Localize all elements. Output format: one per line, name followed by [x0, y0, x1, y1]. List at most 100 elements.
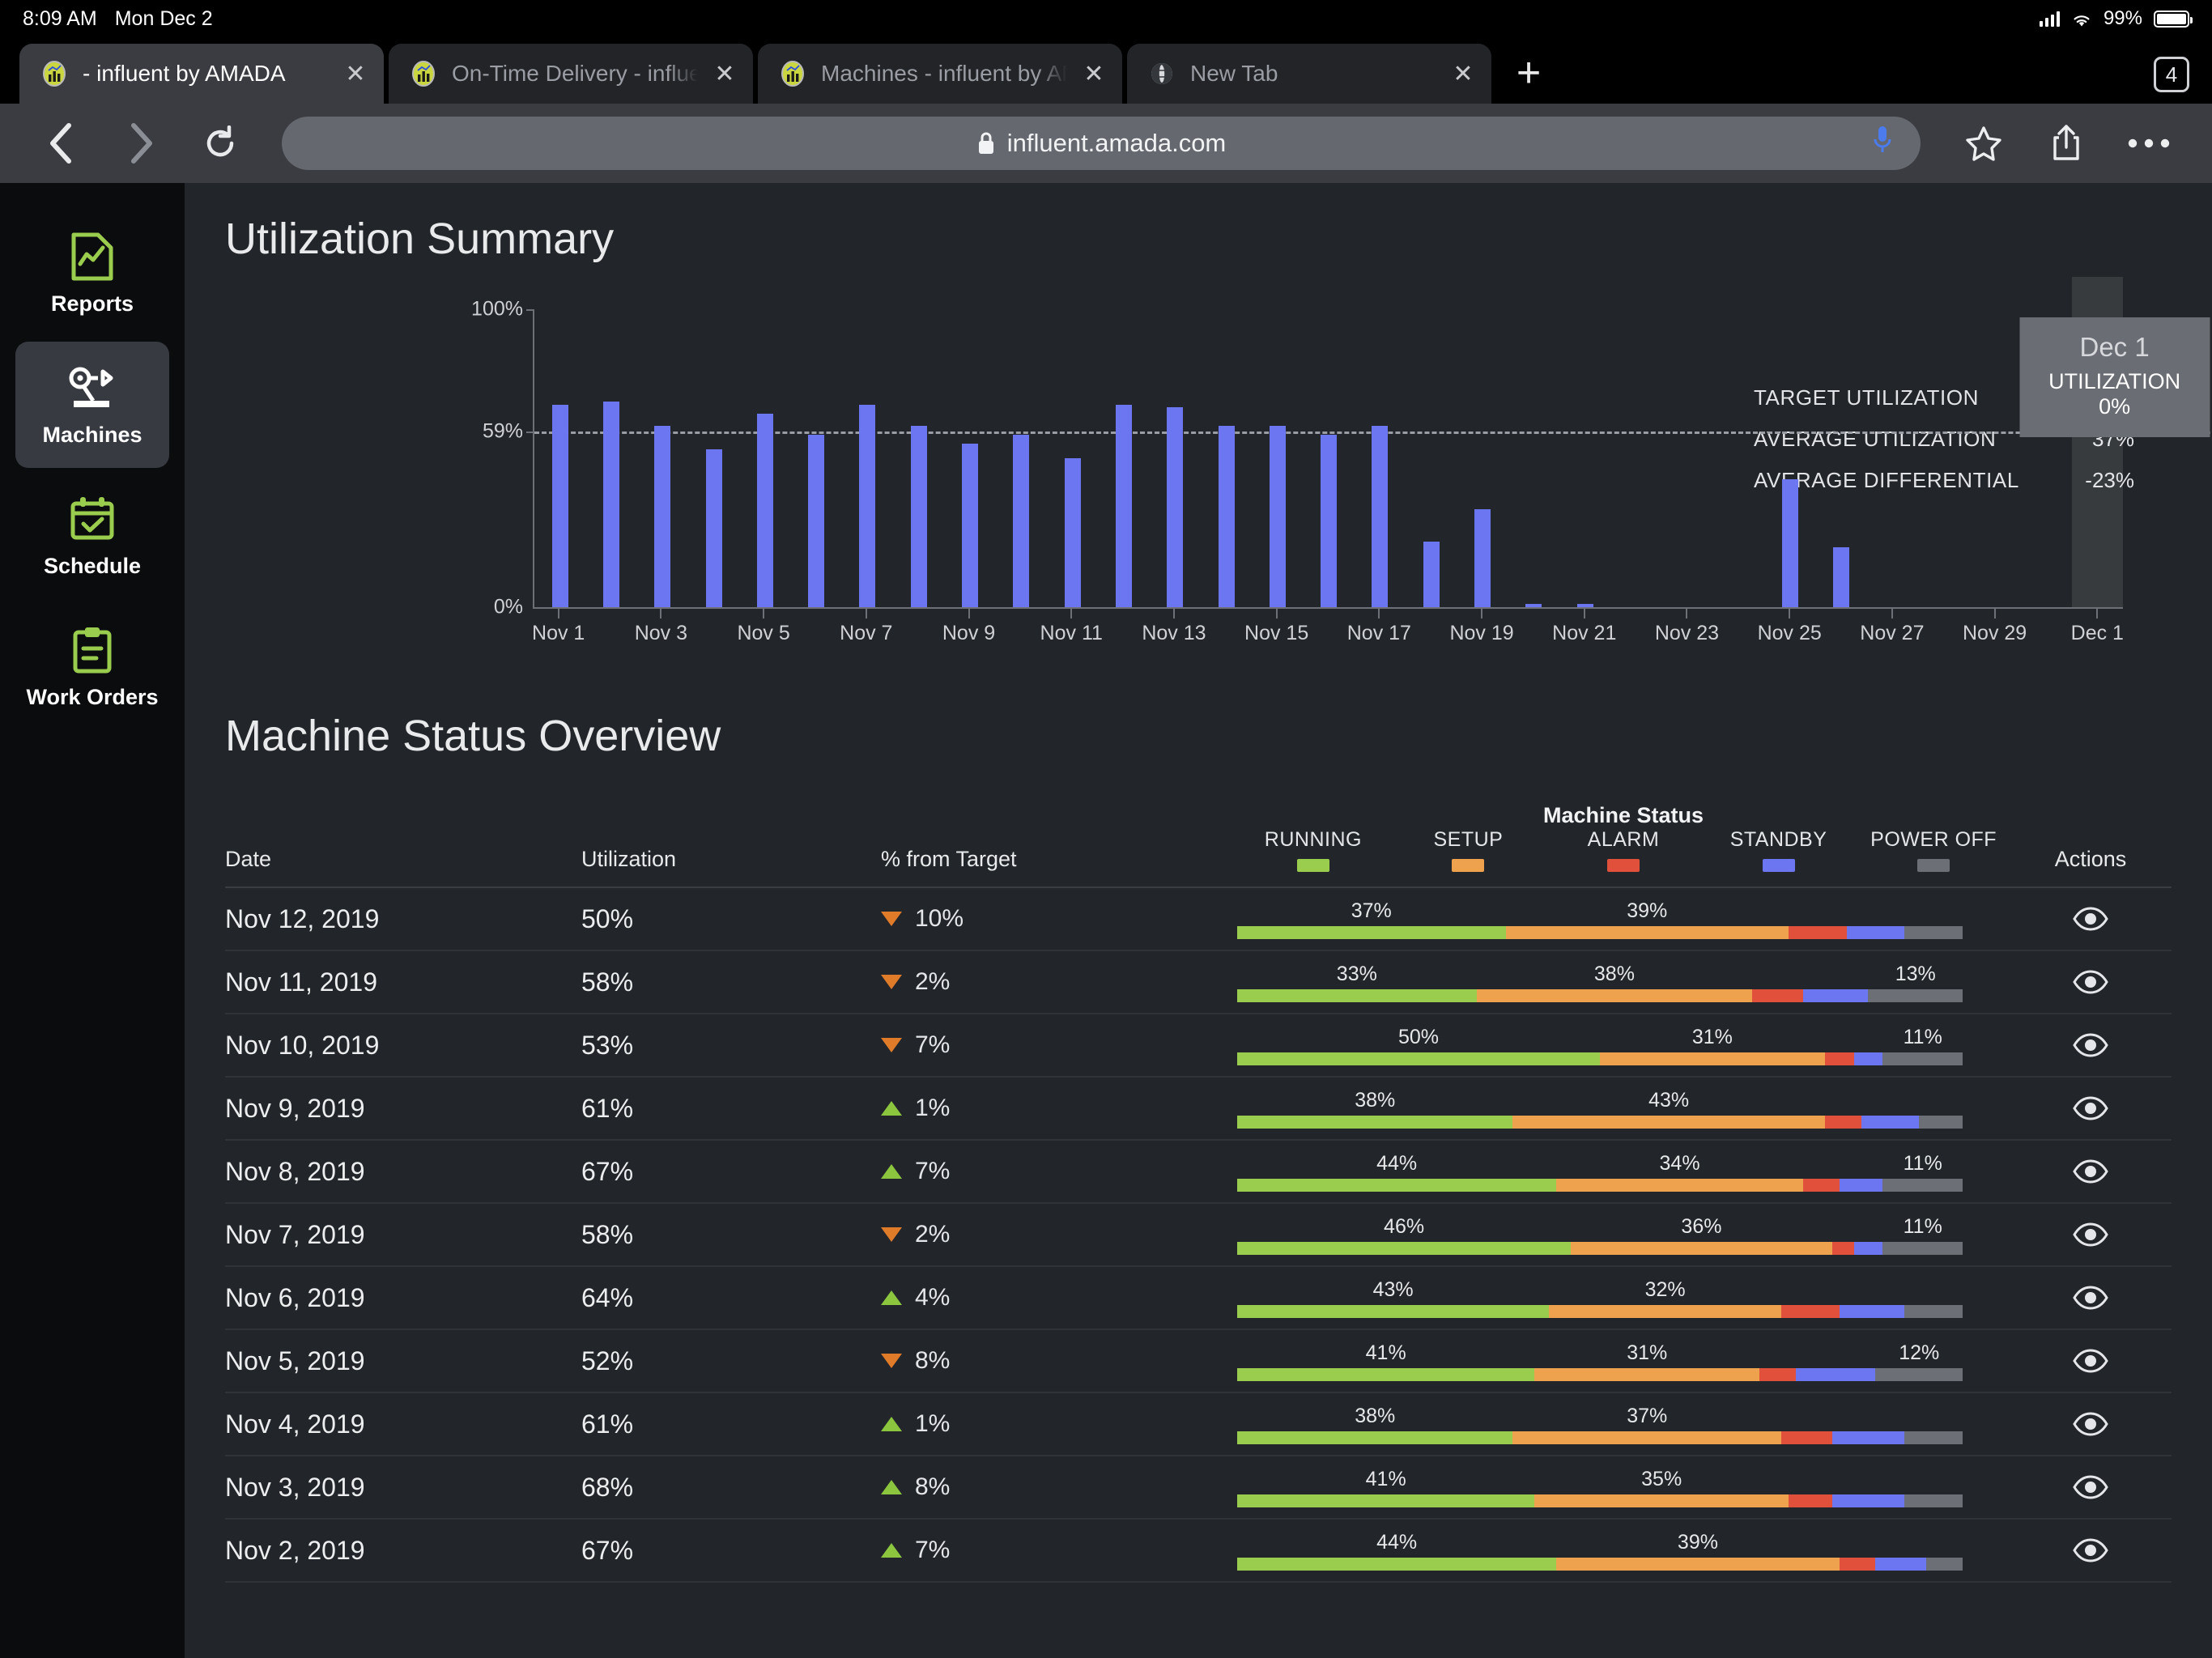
chart-bar[interactable]	[757, 414, 773, 607]
chart-bar-cell[interactable]	[1713, 309, 1764, 607]
browser-tab-2[interactable]: Machines - influent by AMADA ✕	[758, 44, 1122, 104]
view-details-button[interactable]	[2010, 907, 2172, 931]
chart-bar[interactable]	[1423, 542, 1440, 607]
chart-bar-cell[interactable]	[1150, 309, 1201, 607]
microphone-icon[interactable]	[1872, 124, 1893, 163]
status-segment-alarm	[1781, 1431, 1832, 1444]
chart-bar-cell[interactable]	[842, 309, 893, 607]
table-row[interactable]: Nov 7, 201958%2%46%36%11%	[225, 1204, 2172, 1267]
chart-bar-cell[interactable]	[534, 309, 585, 607]
chart-bar-cell[interactable]	[1303, 309, 1354, 607]
status-segment-label: 37%	[1351, 899, 1392, 923]
chart-bar-cell[interactable]	[1406, 309, 1457, 607]
chart-bar-cell[interactable]	[585, 309, 636, 607]
view-details-button[interactable]	[2010, 1412, 2172, 1436]
chart-bar[interactable]	[808, 435, 824, 607]
browser-tab-3[interactable]: New Tab ✕	[1127, 44, 1491, 104]
chart-bar[interactable]	[1474, 509, 1491, 607]
chart-bar-cell[interactable]	[1815, 309, 1866, 607]
chart-bar[interactable]	[603, 402, 619, 607]
table-row[interactable]: Nov 6, 201964%4%43%32%	[225, 1267, 2172, 1330]
view-details-button[interactable]	[2010, 1222, 2172, 1247]
new-tab-button[interactable]: +	[1496, 47, 1561, 99]
chart-bar[interactable]	[1525, 604, 1542, 607]
browser-tab-1[interactable]: On-Time Delivery - influent by AMADA ✕	[389, 44, 753, 104]
view-details-button[interactable]	[2010, 1286, 2172, 1310]
chart-bar-cell[interactable]	[1764, 309, 1815, 607]
view-details-button[interactable]	[2010, 1159, 2172, 1184]
back-button[interactable]	[26, 115, 97, 172]
tab-close-icon-3[interactable]: ✕	[1451, 60, 1475, 88]
sidebar-item-work-orders[interactable]: Work Orders	[15, 604, 169, 730]
chart-bar[interactable]	[859, 405, 875, 607]
chart-bar[interactable]	[1321, 435, 1337, 607]
chart-bar-cell[interactable]	[1252, 309, 1303, 607]
chart-bar[interactable]	[962, 444, 978, 607]
chart-bar[interactable]	[1372, 426, 1388, 607]
sidebar-item-reports[interactable]: Reports	[15, 210, 169, 337]
chart-bar-cell[interactable]	[1201, 309, 1252, 607]
chart-bar-cell[interactable]	[944, 309, 995, 607]
chart-bar[interactable]	[552, 405, 568, 607]
view-details-button[interactable]	[2010, 1475, 2172, 1499]
table-row[interactable]: Nov 3, 201968%8%41%35%	[225, 1456, 2172, 1520]
chart-bar-cell[interactable]	[1867, 309, 1918, 607]
chart-bar-cell[interactable]	[893, 309, 944, 607]
table-row[interactable]: Nov 4, 201961%1%38%37%	[225, 1393, 2172, 1456]
tab-count-badge[interactable]: 4	[2154, 57, 2189, 92]
chart-bar-cell[interactable]	[1355, 309, 1406, 607]
chart-bar-cell[interactable]	[790, 309, 841, 607]
view-details-button[interactable]	[2010, 970, 2172, 994]
tab-close-icon-2[interactable]: ✕	[1082, 60, 1106, 88]
chart-bar[interactable]	[1013, 435, 1029, 607]
chart-bar[interactable]	[1116, 405, 1132, 607]
chart-bar-cell[interactable]	[1457, 309, 1508, 607]
view-details-button[interactable]	[2010, 1349, 2172, 1373]
forward-button[interactable]	[105, 115, 177, 172]
table-row[interactable]: Nov 9, 201961%1%38%43%	[225, 1078, 2172, 1141]
chart-bar-cell[interactable]	[1047, 309, 1098, 607]
chart-bar[interactable]	[1833, 547, 1849, 607]
table-row[interactable]: Nov 5, 201952%8%41%31%12%	[225, 1330, 2172, 1393]
more-options-icon[interactable]	[2112, 115, 2186, 172]
status-segment-label: 11%	[1904, 1026, 1942, 1049]
tab-close-icon-0[interactable]: ✕	[343, 60, 368, 88]
chart-bar-cell[interactable]	[996, 309, 1047, 607]
chart-bar-cell[interactable]	[1610, 309, 1661, 607]
chart-bar-cell[interactable]	[1969, 309, 2020, 607]
browser-tab-0[interactable]: - influent by AMADA ✕	[19, 44, 384, 104]
sidebar-item-schedule[interactable]: Schedule	[15, 473, 169, 599]
tab-close-icon-1[interactable]: ✕	[713, 60, 737, 88]
chart-bar-cell[interactable]	[1098, 309, 1149, 607]
address-bar[interactable]: influent.amada.com	[282, 117, 1921, 170]
chart-bar[interactable]	[1219, 426, 1235, 607]
chart-bar[interactable]	[1270, 426, 1286, 607]
chart-bar[interactable]	[1167, 407, 1183, 607]
table-row[interactable]: Nov 12, 201950%10%37%39%	[225, 888, 2172, 951]
view-details-button[interactable]	[2010, 1096, 2172, 1120]
chart-bar-cell[interactable]	[1508, 309, 1559, 607]
view-details-button[interactable]	[2010, 1538, 2172, 1562]
chart-bar[interactable]	[1577, 604, 1593, 607]
chart-bar-cell[interactable]	[688, 309, 739, 607]
chart-x-tick-label: Nov 13	[1142, 622, 1206, 645]
chart-bar[interactable]	[1782, 479, 1798, 607]
chart-bar-cell[interactable]	[1559, 309, 1610, 607]
chart-bar-cell[interactable]	[1918, 309, 1969, 607]
chart-bar[interactable]	[706, 449, 722, 607]
bookmark-star-icon[interactable]	[1946, 115, 2021, 172]
chart-bar-cell[interactable]	[739, 309, 790, 607]
table-row[interactable]: Nov 8, 201967%7%44%34%11%	[225, 1141, 2172, 1204]
chart-bar[interactable]	[654, 426, 670, 607]
table-row[interactable]: Nov 10, 201953%7%50%31%11%	[225, 1014, 2172, 1078]
reload-button[interactable]	[185, 115, 256, 172]
chart-bar[interactable]	[911, 426, 927, 607]
chart-bar-cell[interactable]	[1662, 309, 1713, 607]
chart-bar[interactable]	[1065, 458, 1081, 607]
table-row[interactable]: Nov 11, 201958%2%33%38%13%	[225, 951, 2172, 1014]
table-row[interactable]: Nov 2, 201967%7%44%39%	[225, 1520, 2172, 1583]
share-icon[interactable]	[2029, 115, 2104, 172]
view-details-button[interactable]	[2010, 1033, 2172, 1057]
sidebar-item-machines[interactable]: Machines	[15, 342, 169, 468]
chart-bar-cell[interactable]	[637, 309, 688, 607]
